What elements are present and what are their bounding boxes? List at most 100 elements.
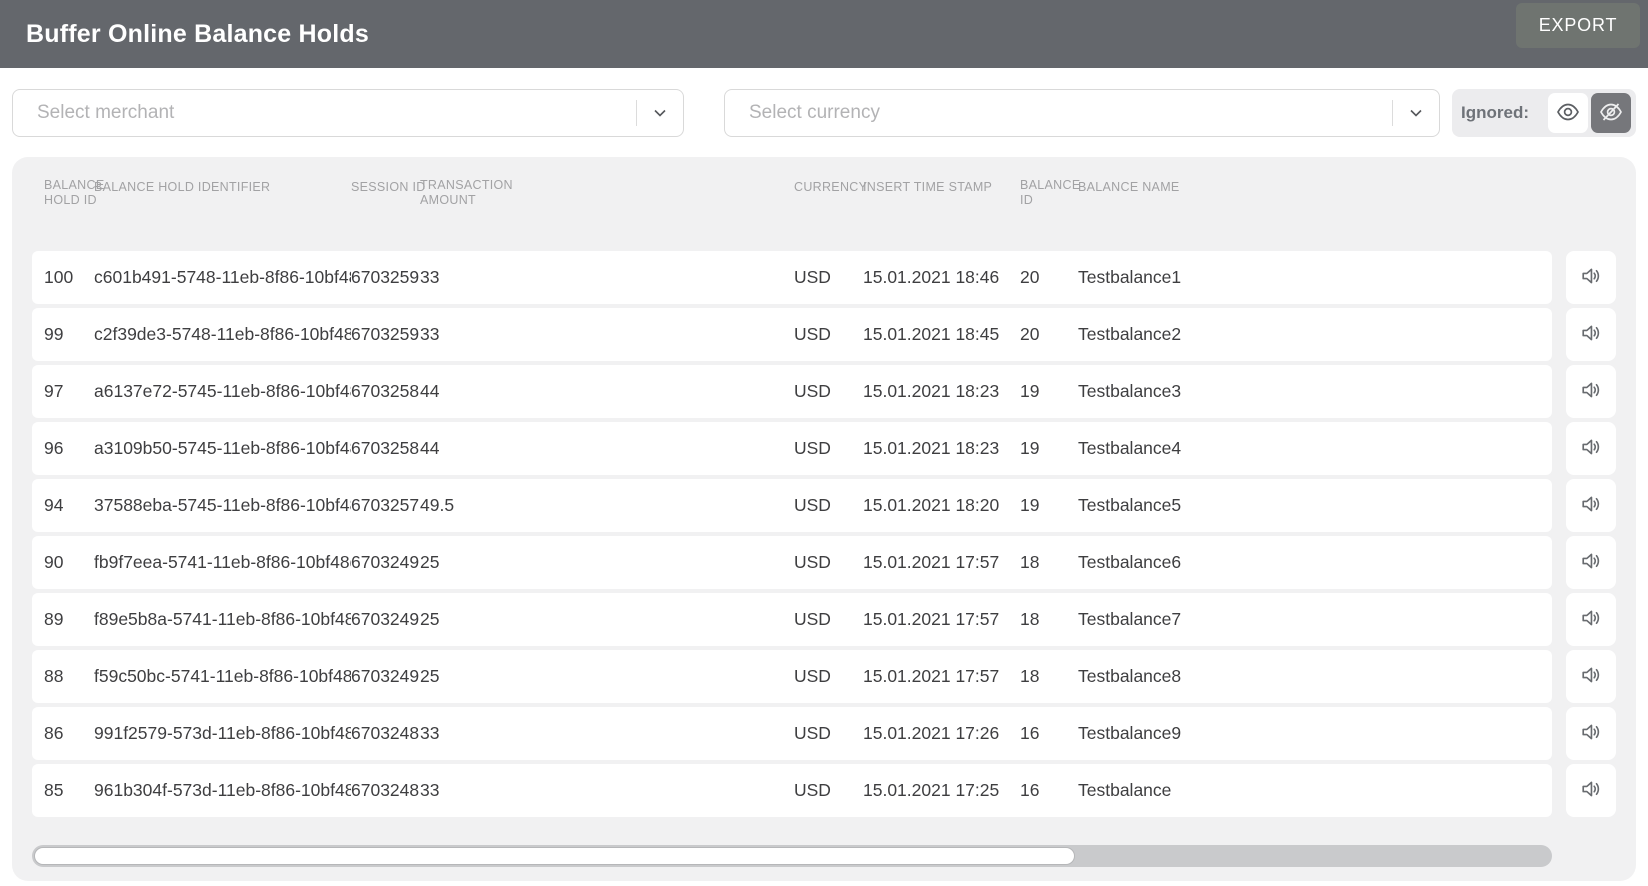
cell-balance-name: Testbalance7 bbox=[1078, 609, 1552, 630]
cell-session-id: 6703259 bbox=[351, 267, 420, 288]
cell-transaction-amount: 25 bbox=[420, 609, 794, 630]
cell-balance-hold-identifier: 961b304f-573d-11eb-8f86-10bf48d7f223 bbox=[94, 780, 351, 801]
cell-balance-name: Testbalance4 bbox=[1078, 438, 1552, 459]
cell-balance-hold-identifier: a6137e72-5745-11eb-8f86-10bf48d7f223 bbox=[94, 381, 351, 402]
horizontal-scrollbar-track[interactable] bbox=[32, 845, 1552, 867]
cell-currency: USD bbox=[794, 609, 863, 630]
cell-balance-hold-identifier: c2f39de3-5748-11eb-8f86-10bf48d7f223 bbox=[94, 324, 351, 345]
cell-insert-time-stamp: 15.01.2021 17:25 bbox=[863, 780, 1020, 801]
cell-balance-id: 20 bbox=[1020, 324, 1078, 345]
cell-currency: USD bbox=[794, 381, 863, 402]
table-row: 99 c2f39de3-5748-11eb-8f86-10bf48d7f223 … bbox=[32, 308, 1616, 361]
cell-balance-name: Testbalance bbox=[1078, 780, 1552, 801]
cell-balance-id: 18 bbox=[1020, 552, 1078, 573]
cell-balance-hold-id: 86 bbox=[44, 723, 94, 744]
cell-balance-id: 16 bbox=[1020, 780, 1078, 801]
cell-transaction-amount: 25 bbox=[420, 552, 794, 573]
ignored-filter-group: Ignored: bbox=[1452, 89, 1636, 137]
table-row: 100 c601b491-5748-11eb-8f86-10bf48d7f223… bbox=[32, 251, 1616, 304]
cell-balance-hold-id: 94 bbox=[44, 495, 94, 516]
row-audit-button[interactable] bbox=[1566, 764, 1616, 817]
table-row-card: 86 991f2579-573d-11eb-8f86-10bf48d7f223 … bbox=[32, 707, 1552, 760]
cell-currency: USD bbox=[794, 666, 863, 687]
cell-insert-time-stamp: 15.01.2021 18:46 bbox=[863, 267, 1020, 288]
cell-currency: USD bbox=[794, 438, 863, 459]
column-header-balance-hold-id: BALANCE HOLD ID bbox=[44, 178, 94, 251]
cell-session-id: 6703259 bbox=[351, 324, 420, 345]
merchant-select[interactable]: Select merchant bbox=[12, 89, 684, 137]
cell-balance-hold-id: 97 bbox=[44, 381, 94, 402]
column-header-currency: CURRENCY bbox=[794, 178, 863, 251]
column-header-balance-name: BALANCE NAME bbox=[1078, 178, 1616, 251]
page-title: Buffer Online Balance Holds bbox=[26, 20, 369, 49]
cell-balance-hold-identifier: f59c50bc-5741-11eb-8f86-10bf48d7f223 bbox=[94, 666, 351, 687]
cell-balance-name: Testbalance1 bbox=[1078, 267, 1552, 288]
cell-session-id: 6703258 bbox=[351, 438, 420, 459]
cell-session-id: 6703257 bbox=[351, 495, 420, 516]
row-audit-button[interactable] bbox=[1566, 479, 1616, 532]
export-button[interactable]: EXPORT bbox=[1516, 3, 1640, 48]
row-audit-button[interactable] bbox=[1566, 536, 1616, 589]
row-audit-button[interactable] bbox=[1566, 251, 1616, 304]
table-header-row: BALANCE HOLD ID BALANCE HOLD IDENTIFIER … bbox=[32, 157, 1616, 251]
table-row-card: 89 f89e5b8a-5741-11eb-8f86-10bf48d7f223 … bbox=[32, 593, 1552, 646]
currency-select-placeholder: Select currency bbox=[749, 102, 1392, 124]
cell-balance-name: Testbalance5 bbox=[1078, 495, 1552, 516]
merchant-select-placeholder: Select merchant bbox=[37, 102, 636, 124]
speaker-icon bbox=[1580, 493, 1602, 518]
row-audit-button[interactable] bbox=[1566, 308, 1616, 361]
ignored-hide-button[interactable] bbox=[1591, 93, 1631, 133]
eye-off-icon bbox=[1599, 100, 1623, 127]
speaker-icon bbox=[1580, 778, 1602, 803]
cell-transaction-amount: 33 bbox=[420, 780, 794, 801]
cell-insert-time-stamp: 15.01.2021 18:45 bbox=[863, 324, 1020, 345]
horizontal-scrollbar-thumb[interactable] bbox=[34, 847, 1075, 865]
cell-balance-name: Testbalance9 bbox=[1078, 723, 1552, 744]
table-row: 88 f59c50bc-5741-11eb-8f86-10bf48d7f223 … bbox=[32, 650, 1616, 703]
cell-session-id: 6703248 bbox=[351, 723, 420, 744]
column-header-session-id: SESSION ID bbox=[351, 178, 420, 251]
chevron-down-icon bbox=[637, 104, 683, 122]
chevron-down-icon bbox=[1393, 104, 1439, 122]
cell-currency: USD bbox=[794, 780, 863, 801]
cell-insert-time-stamp: 15.01.2021 17:57 bbox=[863, 552, 1020, 573]
cell-balance-hold-id: 99 bbox=[44, 324, 94, 345]
app-header: Buffer Online Balance Holds EXPORT bbox=[0, 0, 1648, 68]
cell-balance-name: Testbalance3 bbox=[1078, 381, 1552, 402]
cell-balance-hold-identifier: 37588eba-5745-11eb-8f86-10bf48d7f223 bbox=[94, 495, 351, 516]
row-audit-button[interactable] bbox=[1566, 422, 1616, 475]
cell-balance-hold-identifier: c601b491-5748-11eb-8f86-10bf48d7f223 bbox=[94, 267, 351, 288]
table-body: 100 c601b491-5748-11eb-8f86-10bf48d7f223… bbox=[32, 251, 1616, 817]
cell-balance-name: Testbalance8 bbox=[1078, 666, 1552, 687]
cell-balance-id: 19 bbox=[1020, 495, 1078, 516]
currency-select[interactable]: Select currency bbox=[724, 89, 1440, 137]
cell-balance-hold-id: 90 bbox=[44, 552, 94, 573]
cell-balance-name: Testbalance2 bbox=[1078, 324, 1552, 345]
eye-icon bbox=[1556, 100, 1580, 127]
cell-balance-hold-identifier: a3109b50-5745-11eb-8f86-10bf48d7f223 bbox=[94, 438, 351, 459]
cell-currency: USD bbox=[794, 324, 863, 345]
cell-transaction-amount: 33 bbox=[420, 267, 794, 288]
speaker-icon bbox=[1580, 664, 1602, 689]
cell-transaction-amount: 44 bbox=[420, 381, 794, 402]
row-audit-button[interactable] bbox=[1566, 707, 1616, 760]
cell-currency: USD bbox=[794, 495, 863, 516]
row-audit-button[interactable] bbox=[1566, 365, 1616, 418]
cell-transaction-amount: 33 bbox=[420, 723, 794, 744]
ignored-label: Ignored: bbox=[1461, 103, 1529, 123]
cell-transaction-amount: 44 bbox=[420, 438, 794, 459]
cell-balance-hold-id: 88 bbox=[44, 666, 94, 687]
table-row-card: 99 c2f39de3-5748-11eb-8f86-10bf48d7f223 … bbox=[32, 308, 1552, 361]
cell-balance-id: 19 bbox=[1020, 438, 1078, 459]
row-audit-button[interactable] bbox=[1566, 650, 1616, 703]
cell-balance-hold-id: 100 bbox=[44, 267, 94, 288]
table-row-card: 96 a3109b50-5745-11eb-8f86-10bf48d7f223 … bbox=[32, 422, 1552, 475]
cell-insert-time-stamp: 15.01.2021 17:57 bbox=[863, 609, 1020, 630]
cell-session-id: 6703258 bbox=[351, 381, 420, 402]
cell-balance-name: Testbalance6 bbox=[1078, 552, 1552, 573]
ignored-show-button[interactable] bbox=[1548, 93, 1588, 133]
cell-balance-id: 18 bbox=[1020, 609, 1078, 630]
speaker-icon bbox=[1580, 436, 1602, 461]
cell-currency: USD bbox=[794, 267, 863, 288]
row-audit-button[interactable] bbox=[1566, 593, 1616, 646]
